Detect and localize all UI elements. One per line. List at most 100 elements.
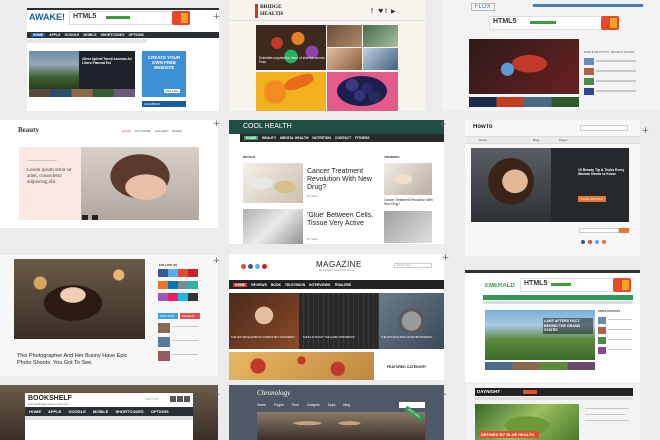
cool-side1-title[interactable]: Cancer Treatment Revolution With New Dru… [384,198,439,206]
cool-nav-item[interactable]: HOME [244,136,259,140]
tile-chronology[interactable]: Chronology Home Pages Tech Gadgets Apps … [229,385,444,440]
beauty-nav-home[interactable]: HOME [122,129,131,133]
magazine-social-icon[interactable] [262,264,267,269]
tile-howto[interactable]: HowTo Home Blog Pages 10 Beauty Tip & Tr… [465,120,640,256]
cool-nav-item[interactable]: BEAUTY [262,136,276,140]
magazine-caption-1[interactable]: THE APP DEVELOPER IS COMPLETELY DIFFEREN… [231,336,297,339]
bookshelf-nav-item[interactable]: OPTIONS [151,409,169,414]
chronology-nav-item[interactable]: Blog [343,403,350,407]
howto-social-icon[interactable] [595,240,599,244]
bookshelf-nav-item[interactable]: HOME [29,409,41,414]
chronology-nav-item[interactable]: Pages [274,403,284,407]
awake-nav-item[interactable]: GOOGLE [65,33,80,37]
magazine-nav-item[interactable]: TELEVISION [285,283,305,287]
emerald-nav[interactable] [483,295,633,300]
chronology-nav-item[interactable]: Apps [328,403,336,407]
tile-daynight[interactable]: DAYNIGHT DEFINED BY BLUE HEALTH [465,384,640,440]
howto-search[interactable] [580,125,628,131]
howto-nav-blog[interactable]: Blog [533,138,539,142]
awake-nav-item[interactable]: HOME [31,33,46,37]
cool-nav-item[interactable]: NUTRITION [312,136,330,140]
cool-nav-item[interactable]: MENTAL HEALTH [280,136,308,140]
expand-icon[interactable]: + [212,13,221,22]
howto-social-icon[interactable] [588,240,592,244]
awake-ad-button[interactable]: Click Here [164,89,180,93]
magazine-nav-item[interactable]: BOOK [271,283,281,287]
expand-icon[interactable]: + [441,254,450,263]
magazine-nav-item[interactable]: TRAILERS [334,283,351,287]
magazine-nav-item[interactable]: REVIEWS [251,283,267,287]
cool-nav-item[interactable]: FITNESS [355,136,369,140]
magazine-caption-2[interactable]: SHOULD SHOOT THE GAME TOMORROW [303,336,377,339]
bookshelf-nav-item[interactable]: APPLE [48,409,61,414]
expand-icon[interactable]: + [212,391,221,400]
tile-cool-health[interactable]: COOL HEALTH HOME BEAUTY MENTAL HEALTH NU… [229,120,444,244]
expand-icon[interactable]: + [439,391,448,400]
awake-nav[interactable]: HOME APPLE GOOGLE MOBILE SHORTCODES OPTI… [27,32,219,38]
beauty-nav-gallery[interactable]: GALLERY [155,129,169,133]
magazine-caption-3[interactable]: THE APP INCLUDES AN ENTERTAINMENT [381,336,441,339]
tile-flox[interactable]: FLOX HTML5 POPULAR POSTS RECENT POSTS [441,0,660,111]
chronology-nav-item[interactable]: Home [257,403,266,407]
expand-icon[interactable]: + [212,257,221,266]
bookshelf-nav-item[interactable]: GOOGLE [68,409,86,414]
tile-awake[interactable]: AWAKE! HTML5 HOME APPLE GOOGLE MOBILE SH… [27,8,219,111]
photo-blog-social-grid[interactable] [158,269,198,305]
bridge-social-twitter-icon[interactable]: t [385,8,387,15]
magazine-social-icon[interactable] [248,264,253,269]
flox-tab-popular[interactable]: POPULAR POSTS [584,50,609,54]
magazine-nav-item[interactable]: INTERVIEWS [309,283,330,287]
howto-search-button[interactable] [619,228,629,233]
chronology-nav-item[interactable]: Tech [292,403,299,407]
bridge-social-youtube-icon[interactable]: ▶ [391,8,396,15]
awake-nav-item[interactable]: MOBILE [83,33,96,37]
chronology-nav-item[interactable]: Gadgets [307,403,320,407]
flox-tab-recent[interactable]: RECENT POSTS [611,50,634,54]
tile-photo-blog[interactable]: This Photographer And Her Bunny Have Epi… [0,255,218,376]
beauty-next-icon[interactable] [92,215,98,220]
tile-emerald[interactable]: EMERALD HTML5 LAKE AFTERS FACT BEHIND TH… [465,270,640,382]
howto-search-widget[interactable] [579,228,619,233]
tile-magazine[interactable]: MAGAZINE My Excellent WordPress Theme Se… [229,254,444,380]
awake-ad-box[interactable]: CREATE YOUR OWN FREE WEBSITE Click Here [142,51,186,97]
bridge-social-heart-icon[interactable]: ♥ [378,8,383,15]
awake-nav-item[interactable]: SHORTCODES [101,33,125,37]
beauty-prev-icon[interactable] [82,215,88,220]
photo-blog-tab-recent[interactable]: RECENT [180,313,200,319]
tile-bookshelf[interactable]: BOOKSHELF Your best Blogger theme is her… [0,385,218,440]
expand-icon[interactable]: + [641,127,650,136]
howto-social-icon[interactable] [602,240,606,244]
awake-nav-item[interactable]: OPTIONS [129,33,144,37]
magazine-nav-item[interactable]: HOME [233,282,248,287]
magazine-social-icon[interactable] [255,264,260,269]
bridge-social-facebook-icon[interactable]: f [371,8,373,15]
expand-icon[interactable]: + [438,121,447,130]
howto-social-icon[interactable] [581,240,585,244]
tile-beauty[interactable]: Beauty HOME MY STORE GALLERY PAGES Lorem… [0,120,218,228]
cool-nav-item[interactable]: CONTACT [335,136,351,140]
bookshelf-social-icon[interactable] [170,396,190,402]
beauty-nav-store[interactable]: MY STORE [135,129,151,133]
howto-navbar[interactable] [465,136,640,144]
howto-nav-pages[interactable]: Pages [559,138,568,142]
cool-article2-title[interactable]: 'Glue' Between Cells, Tissue Very Active [307,212,377,228]
chronology-nav[interactable]: Home Pages Tech Gadgets Apps Blog [253,402,403,408]
howto-read-button[interactable]: READ ARTICLE [578,196,606,202]
chronology-search[interactable] [399,402,425,408]
cool-article1-title[interactable]: Cancer Treatment Revolution With New Dru… [307,168,377,192]
expand-icon[interactable]: + [212,120,221,129]
beauty-nav-pages[interactable]: PAGES [172,129,182,133]
magazine-social-icon[interactable] [241,264,246,269]
photo-blog-tab-popular[interactable]: POPULAR [158,313,178,319]
magazine-nav[interactable]: HOME REVIEWS BOOK TELEVISION INTERVIEWS … [229,280,444,289]
awake-nav-item[interactable]: APPLE [49,33,60,37]
magazine-search[interactable]: Search Here [394,263,432,268]
bookshelf-search[interactable]: Search site [145,398,158,401]
flox-nav[interactable] [533,4,643,7]
tile-bridge-health[interactable]: BRIDGE HEALTH f ♥ t ▶ Scientists surpris… [229,0,425,111]
bookshelf-nav-item[interactable]: MOBILE [93,409,109,414]
howto-nav-home[interactable]: Home [479,138,487,142]
bookshelf-nav[interactable]: HOME APPLE GOOGLE MOBILE SHORTCODES OPTI… [25,407,193,416]
photo-blog-headline[interactable]: This Photographer And Her Bunny Have Epi… [17,353,137,367]
bookshelf-nav-item[interactable]: SHORTCODES [115,409,143,414]
